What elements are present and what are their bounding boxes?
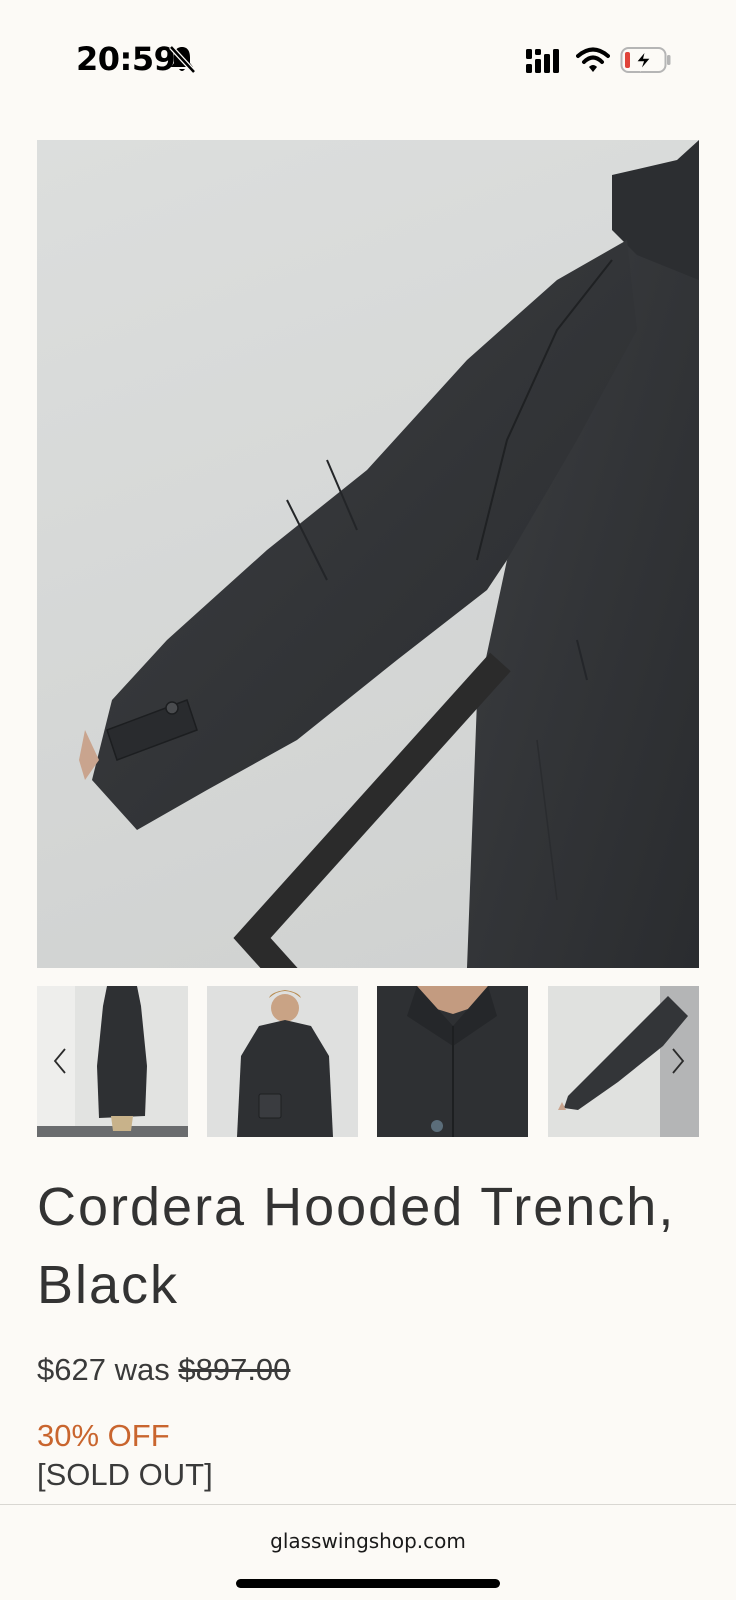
wifi-icon xyxy=(576,47,610,72)
thumbnail-model-front-view[interactable] xyxy=(207,986,358,1137)
status-time: 20:59 xyxy=(76,40,176,78)
discount-badge: 30% OFF xyxy=(37,1418,170,1453)
gallery-next-button[interactable] xyxy=(637,524,699,968)
product-title: Cordera Hooded Trench, Black xyxy=(37,1177,676,1315)
thumbnail-prev-button[interactable] xyxy=(49,1044,71,1078)
availability-status: [SOLD OUT] xyxy=(37,1457,213,1492)
chevron-left-icon xyxy=(53,1048,66,1074)
thumbnail-collar-detail[interactable] xyxy=(377,986,528,1137)
was-label: was xyxy=(114,1352,170,1387)
gallery-prev-button[interactable] xyxy=(59,524,699,968)
price-line: $627 was $897.00 xyxy=(37,1352,290,1388)
main-product-image[interactable] xyxy=(37,140,699,968)
home-indicator[interactable] xyxy=(236,1579,500,1588)
url-text[interactable]: glasswingshop.com xyxy=(0,1529,736,1553)
thumbnail-next-button[interactable] xyxy=(667,1044,689,1078)
status-bar: 20:59 xyxy=(0,0,736,120)
browser-address-bar[interactable]: glasswingshop.com xyxy=(0,1504,736,1600)
chevron-left-icon xyxy=(233,652,511,968)
original-price: $897.00 xyxy=(178,1352,291,1387)
thumbnail-strip xyxy=(37,986,699,1137)
chevron-right-icon xyxy=(672,1048,685,1074)
battery-charging-icon xyxy=(620,47,671,73)
bell-slash-icon xyxy=(169,45,196,74)
signal-icon xyxy=(526,49,559,73)
sale-price: $627 xyxy=(37,1352,106,1387)
product-page: 20:59 Cordera Hooded Trench, Black $627 … xyxy=(0,0,736,1600)
